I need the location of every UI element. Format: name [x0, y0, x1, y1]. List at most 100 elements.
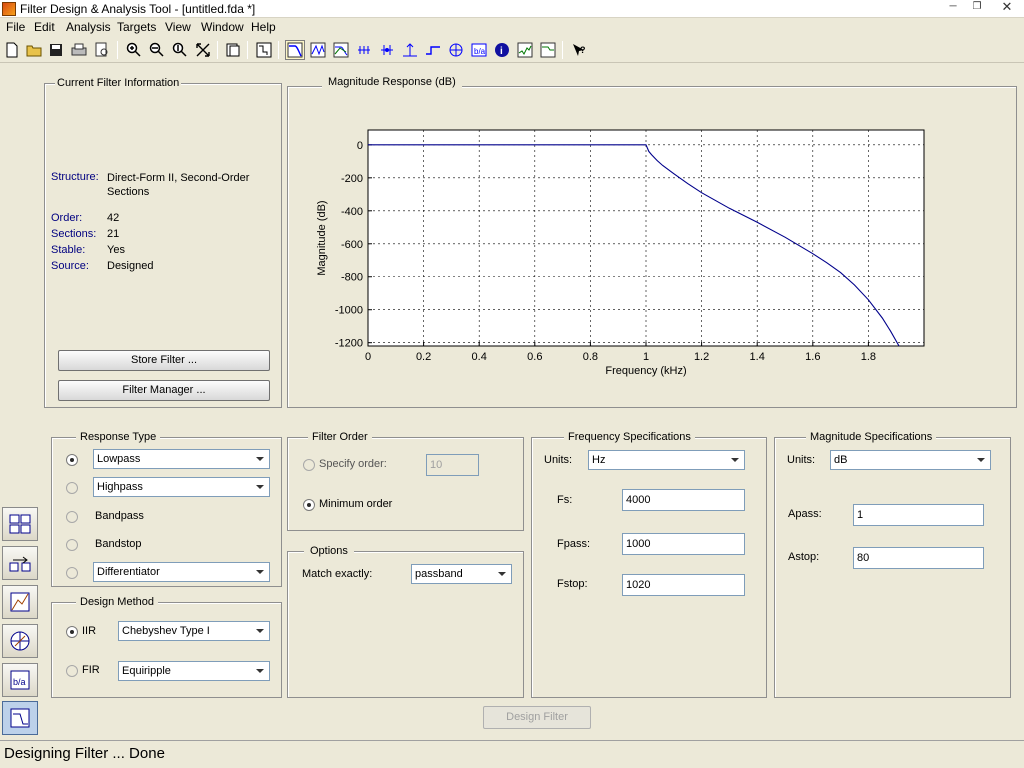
pole-zero-editor-button[interactable]	[2, 507, 38, 541]
y-tick-label: -200	[341, 173, 363, 185]
iir-method-select[interactable]: Chebyshev Type I	[118, 621, 270, 641]
differentiator-select[interactable]: Differentiator	[93, 562, 270, 582]
group-delay-icon[interactable]	[354, 40, 374, 60]
current-filter-panel: Current Filter Information Structure: Di…	[44, 77, 282, 408]
magnitude-specs-title: Magnitude Specifications	[806, 431, 937, 444]
iir-radio[interactable]	[66, 626, 78, 638]
apass-input[interactable]: 1	[853, 504, 984, 526]
transform-filter-icon	[9, 556, 31, 572]
y-tick-label: -1000	[335, 305, 363, 317]
fir-label[interactable]: FIR	[82, 664, 100, 676]
design-method-title: Design Method	[76, 596, 158, 609]
transform-filter-button[interactable]	[2, 546, 38, 580]
highpass-radio[interactable]	[66, 482, 78, 494]
mag-units-select[interactable]: dB	[830, 450, 991, 470]
lowpass-radio[interactable]	[66, 454, 78, 466]
quantize-button[interactable]	[2, 624, 38, 658]
design-filter-button-main[interactable]: Design Filter	[483, 706, 591, 729]
zoom-x-icon[interactable]	[147, 40, 167, 60]
fstop-input[interactable]: 1020	[622, 574, 745, 596]
differentiator-radio[interactable]	[66, 567, 78, 579]
match-exactly-select[interactable]: passband	[411, 564, 512, 584]
whats-this-icon[interactable]: ?	[569, 40, 589, 60]
realize-model-button[interactable]	[2, 585, 38, 619]
stable-value: Yes	[107, 244, 125, 256]
fir-radio[interactable]	[66, 665, 78, 677]
filter-manager-button[interactable]: Filter Manager ...	[58, 380, 270, 401]
freq-units-value: Hz	[592, 454, 606, 466]
bandpass-radio[interactable]	[66, 511, 78, 523]
order-value: 42	[107, 212, 120, 224]
x-tick-label: 1.8	[861, 351, 876, 363]
structure-label: Structure:	[51, 171, 99, 183]
menu-targets[interactable]: Targets	[117, 20, 156, 34]
app-icon	[2, 2, 16, 16]
phase-response-icon[interactable]	[308, 40, 328, 60]
mag-response-estimate-icon[interactable]	[538, 40, 558, 60]
noise-icon[interactable]	[515, 40, 535, 60]
magnitude-response-icon[interactable]	[285, 40, 305, 60]
options-panel: Options Match exactly: passband	[287, 545, 524, 698]
status-text: Designing Filter ... Done	[4, 745, 165, 762]
plot-area[interactable]	[367, 129, 925, 347]
fir-method-select[interactable]: Equiripple	[118, 661, 270, 681]
print-preview-icon[interactable]	[92, 40, 112, 60]
store-filter-button[interactable]: Store Filter ...	[58, 350, 270, 371]
new-icon[interactable]	[2, 40, 22, 60]
impulse-response-icon[interactable]	[400, 40, 420, 60]
coefficients-icon[interactable]: b/a	[469, 40, 489, 60]
order-input[interactable]: 10	[426, 454, 479, 476]
minimum-order-radio[interactable]	[303, 499, 315, 511]
freq-units-label: Units:	[544, 454, 573, 466]
mag-phase-icon[interactable]	[331, 40, 351, 60]
filter-info-icon[interactable]: i	[492, 40, 512, 60]
source-label: Source:	[51, 260, 89, 272]
highpass-select[interactable]: Highpass	[93, 477, 270, 497]
save-icon[interactable]	[46, 40, 66, 60]
menu-bar: File Edit Analysis Targets View Window H…	[0, 18, 1024, 36]
menu-edit[interactable]: Edit	[34, 20, 55, 34]
full-view-icon[interactable]	[193, 40, 213, 60]
minimize-icon[interactable]: ─	[942, 0, 964, 14]
filter-specs-icon[interactable]	[254, 40, 274, 60]
mag-units-value: dB	[834, 454, 848, 466]
open-icon[interactable]	[24, 40, 44, 60]
bandstop-label[interactable]: Bandstop	[95, 538, 141, 550]
design-filter-icon	[10, 708, 30, 728]
chevron-down-icon	[977, 458, 985, 462]
options-title: Options	[304, 545, 354, 558]
zoom-in-icon[interactable]	[124, 40, 144, 60]
minimum-order-label[interactable]: Minimum order	[319, 498, 392, 510]
x-tick-label: 1	[643, 351, 649, 363]
close-icon[interactable]: ✕	[992, 0, 1022, 14]
bandstop-radio[interactable]	[66, 539, 78, 551]
zoom-y-icon[interactable]	[170, 40, 190, 60]
bandpass-label[interactable]: Bandpass	[95, 510, 144, 522]
menu-view[interactable]: View	[165, 20, 191, 34]
lowpass-select[interactable]: Lowpass	[93, 449, 270, 469]
magnitude-plot[interactable]: 0 0.2 0.4 0.6 0.8 1 1.2 1.4 1.6 1.8 0 -200 -400 -600 -…	[288, 87, 1016, 407]
window-title: Filter Design & Analysis Tool - [untitle…	[20, 2, 256, 16]
chevron-down-icon	[256, 629, 264, 633]
freq-units-select[interactable]: Hz	[588, 450, 745, 470]
fpass-input[interactable]: 1000	[622, 533, 745, 555]
frequency-specs-title: Frequency Specifications	[564, 431, 695, 444]
restore-icon[interactable]: ❐	[966, 0, 988, 14]
phase-delay-icon[interactable]	[377, 40, 397, 60]
specify-order-label[interactable]: Specify order:	[319, 458, 387, 470]
import-filter-button[interactable]: b/a	[2, 663, 38, 697]
design-filter-button[interactable]	[2, 701, 38, 735]
x-tick-label: 1.2	[694, 351, 709, 363]
menu-file[interactable]: File	[6, 20, 25, 34]
step-response-icon[interactable]	[423, 40, 443, 60]
new-figure-icon[interactable]	[223, 40, 243, 60]
menu-analysis[interactable]: Analysis	[66, 20, 111, 34]
print-icon[interactable]	[69, 40, 89, 60]
astop-input[interactable]: 80	[853, 547, 984, 569]
menu-help[interactable]: Help	[251, 20, 276, 34]
pole-zero-icon[interactable]	[446, 40, 466, 60]
menu-window[interactable]: Window	[201, 20, 244, 34]
fs-input[interactable]: 4000	[622, 489, 745, 511]
iir-label[interactable]: IIR	[82, 625, 96, 637]
specify-order-radio[interactable]	[303, 459, 315, 471]
